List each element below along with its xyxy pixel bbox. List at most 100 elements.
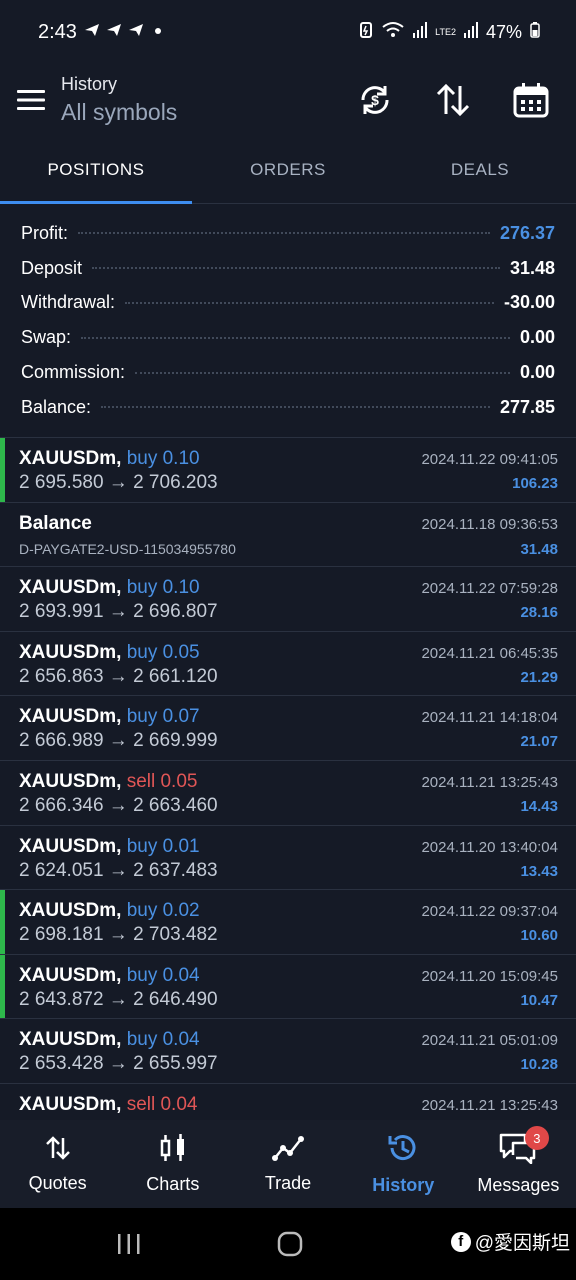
tab-positions[interactable]: POSITIONS [0, 136, 192, 204]
nav-charts[interactable]: Charts [115, 1120, 230, 1208]
dot-indicator-icon [153, 23, 163, 41]
currency-exchange-icon[interactable]: $ [350, 75, 400, 125]
summary-balance: Balance: 277.85 [21, 390, 555, 425]
dotted-leader [135, 371, 510, 374]
history-row[interactable]: Balance 2024.11.18 09:36:53 D-PAYGATE2-U… [0, 503, 576, 568]
row-symbol: XAUUSDm, [19, 900, 122, 922]
history-row[interactable]: XAUUSDm, buy 0.04 2024.11.20 15:09:45 2 … [0, 954, 576, 1020]
row-prices: 2 624.051 → 2 637.483 [19, 859, 218, 881]
battery-icon [530, 21, 540, 43]
title-block[interactable]: History All symbols [61, 74, 177, 126]
row-profit: 10.60 [520, 927, 558, 945]
row-comment: D-PAYGATE2-USD-115034955780 [19, 540, 236, 557]
row-side: buy 0.04 [126, 964, 200, 986]
history-row[interactable]: XAUUSDm, buy 0.10 2024.11.22 07:59:28 2 … [0, 567, 576, 632]
history-row[interactable]: XAUUSDm, buy 0.02 2024.11.22 09:37:04 2 … [0, 890, 576, 955]
calendar-icon[interactable] [506, 75, 556, 125]
history-row[interactable]: XAUUSDm, buy 0.07 2024.11.21 14:18:04 2 … [0, 696, 576, 761]
dotted-leader [92, 267, 500, 270]
summary-label: Balance: [21, 396, 92, 417]
summary-label: Profit: [21, 222, 69, 243]
dotted-leader [125, 301, 494, 304]
summary-value: 276.37 [499, 222, 555, 243]
row-date: 2024.11.22 07:59:28 [421, 580, 558, 598]
row-side: buy 0.07 [126, 706, 200, 728]
summary-commission: Commission: 0.00 [21, 355, 555, 390]
summary-value: 0.00 [519, 327, 555, 348]
dotted-leader [78, 232, 490, 235]
row-symbol: Balance [19, 512, 92, 534]
hamburger-menu-icon[interactable] [0, 70, 62, 130]
history-clock-icon [387, 1132, 419, 1169]
row-prices: 2 656.863 → 2 661.120 [19, 665, 218, 687]
summary-value: 31.48 [509, 257, 555, 278]
nav-label: Quotes [28, 1173, 87, 1193]
row-symbol: XAUUSDm, [19, 641, 122, 663]
history-row[interactable]: XAUUSDm, buy 0.04 2024.11.21 05:01:09 2 … [0, 1019, 576, 1084]
row-symbol: XAUUSDm, [19, 706, 122, 728]
summary-panel: Profit: 276.37 Deposit 31.48 Withdrawal:… [0, 216, 576, 425]
nav-label: Messages [477, 1175, 560, 1195]
row-date: 2024.11.21 14:18:04 [421, 709, 558, 727]
summary-value: 0.00 [519, 362, 555, 383]
nav-label: Trade [264, 1173, 312, 1193]
summary-label: Deposit [21, 257, 83, 278]
row-symbol: XAUUSDm, [19, 835, 122, 857]
unread-badge: 3 [524, 1126, 549, 1150]
row-prices: 2 698.181 → 2 703.482 [19, 924, 218, 946]
nav-history[interactable]: History [346, 1120, 461, 1208]
history-row[interactable]: XAUUSDm, sell 0.05 2024.11.21 13:25:43 2… [0, 761, 576, 826]
row-prices: 2 666.989 → 2 669.999 [19, 730, 218, 752]
row-side: buy 0.01 [126, 835, 200, 857]
row-symbol: XAUUSDm, [19, 1093, 122, 1115]
row-symbol: XAUUSDm, [19, 770, 122, 792]
row-side: buy 0.10 [126, 577, 200, 599]
nav-messages[interactable]: 3 Messages [461, 1120, 576, 1208]
symbol-filter[interactable]: All symbols [61, 99, 177, 126]
page-title: History [61, 74, 118, 94]
row-symbol: XAUUSDm, [19, 577, 122, 599]
row-date: 2024.11.21 05:01:09 [421, 1032, 558, 1050]
row-side: buy 0.10 [126, 448, 200, 469]
row-date: 2024.11.22 09:41:05 [421, 451, 558, 468]
nav-label: History [372, 1175, 435, 1195]
row-prices: 2 693.991 → 2 696.807 [19, 601, 218, 623]
summary-swap: Swap: 0.00 [21, 320, 555, 355]
battery-percent: 47% [485, 21, 522, 42]
row-profit: 106.23 [512, 475, 558, 492]
nav-quotes[interactable]: Quotes [0, 1120, 115, 1208]
bottom-nav: Quotes Charts Trade History 3 Messages [0, 1120, 576, 1208]
dotted-leader [101, 406, 490, 409]
nav-label: Charts [146, 1174, 200, 1194]
tab-orders[interactable]: ORDERS [192, 136, 384, 203]
sort-icon[interactable] [428, 75, 478, 125]
tab-deals[interactable]: DEALS [384, 136, 576, 203]
history-row[interactable]: XAUUSDm, buy 0.01 2024.11.20 13:40:04 2 … [0, 826, 576, 891]
row-date: 2024.11.20 13:40:04 [421, 838, 558, 856]
row-date: 2024.11.21 06:45:35 [421, 644, 558, 662]
nav-trade[interactable]: Trade [230, 1120, 345, 1208]
history-row[interactable]: XAUUSDm, buy 0.10 2024.11.22 09:41:05 2 … [0, 438, 576, 503]
app-bar: History All symbols $ [0, 64, 576, 136]
row-date: 2024.11.20 15:09:45 [421, 967, 558, 985]
row-symbol: XAUUSDm, [19, 964, 122, 986]
summary-deposit: Deposit 31.48 [21, 251, 555, 286]
row-profit: 10.47 [520, 991, 558, 1009]
summary-value: 277.85 [499, 396, 555, 417]
row-profit: 21.07 [520, 733, 558, 751]
trend-line-icon [272, 1134, 304, 1167]
telegram-notification-icon [83, 21, 147, 44]
row-side: buy 0.04 [126, 1029, 200, 1051]
row-profit: 21.29 [520, 668, 558, 686]
row-side: buy 0.05 [126, 641, 200, 663]
history-row[interactable]: XAUUSDm, buy 0.05 2024.11.21 06:45:35 2 … [0, 632, 576, 697]
wifi-icon [381, 21, 405, 44]
summary-withdrawal: Withdrawal: -30.00 [21, 286, 555, 321]
swap-vertical-icon [44, 1134, 72, 1167]
recent-apps-icon[interactable] [116, 1232, 142, 1256]
home-icon[interactable] [276, 1230, 304, 1258]
watermark: f @愛因斯坦 [450, 1228, 570, 1255]
history-list: XAUUSDm, buy 0.10 2024.11.22 09:41:05 2 … [0, 437, 576, 1149]
row-date: 2024.11.21 13:25:43 [421, 1096, 558, 1114]
watermark-text: @愛因斯坦 [474, 1233, 570, 1254]
